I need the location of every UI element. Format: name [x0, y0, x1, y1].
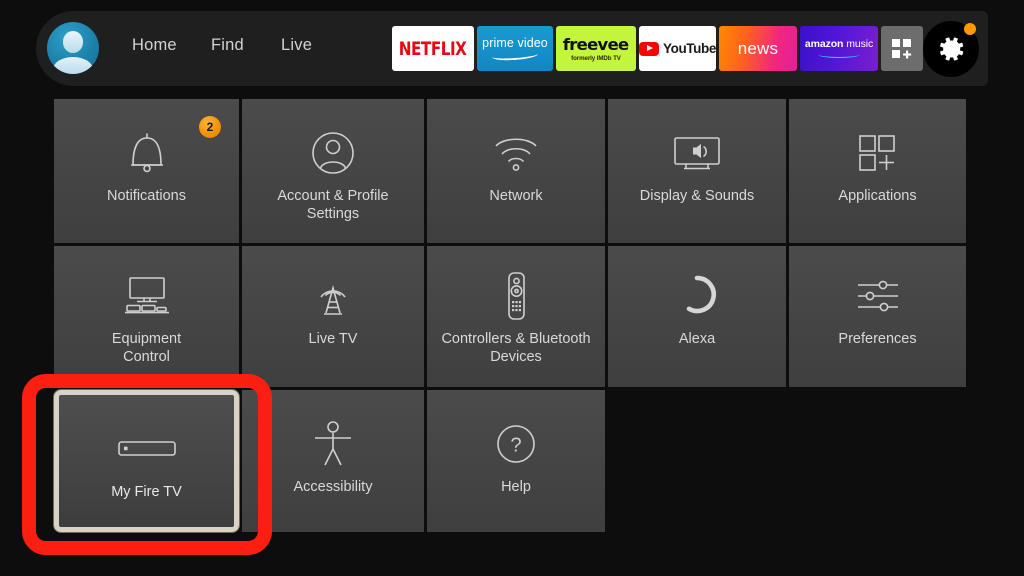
tile-label-line2: Control — [123, 349, 170, 365]
app-tile-prime-video[interactable]: prime video — [477, 26, 553, 71]
tile-label-network: Network — [489, 188, 543, 204]
news-wordmark: news — [737, 38, 779, 58]
app-tile-youtube[interactable]: YouTube — [639, 26, 716, 71]
bell-icon-wrap — [123, 125, 171, 181]
sliders-icon — [857, 280, 898, 312]
nav-item-find[interactable]: Find — [211, 36, 244, 55]
antenna-tower-icon — [320, 285, 346, 315]
tile-label-applications: Applications — [838, 188, 917, 204]
bell-icon — [130, 133, 163, 173]
tile-label-controllers-bluetooth-devices: Controllers & Bluetooth Devices — [432, 330, 599, 366]
tile-label-line1: Controllers & Bluetooth — [441, 331, 591, 347]
question-circle-icon: ? — [497, 425, 535, 463]
amazon-music-logo: amazon music — [805, 39, 873, 58]
settings-tile-my-fire-tv[interactable]: My Fire TV — [54, 390, 239, 532]
tile-label-display-sounds: Display & Sounds — [639, 188, 755, 204]
accessibility-person-icon — [315, 421, 351, 466]
tile-label-equipment-control: Equipment Control — [60, 330, 234, 366]
wifi-icon — [495, 138, 537, 171]
person-circle-icon-wrap — [307, 125, 359, 181]
tile-label-line2: Devices — [490, 349, 542, 365]
netflix-wordmark: NETFLIX — [399, 37, 467, 60]
fire-tv-stick-icon — [117, 441, 176, 456]
tile-label-line2: Settings — [306, 206, 360, 222]
app-squares-plus-icon — [892, 38, 912, 58]
prime-video-smile-icon — [491, 49, 539, 62]
settings-tile-equipment-control[interactable]: Equipment Control — [54, 246, 239, 387]
settings-tile-display-sounds[interactable]: Display & Sounds — [608, 99, 786, 243]
tile-label-preferences: Preferences — [838, 331, 917, 347]
settings-tile-preferences[interactable]: Preferences — [789, 246, 966, 387]
antenna-tower-icon-wrap — [308, 268, 358, 324]
app-squares-plus-icon-wrap — [855, 125, 901, 181]
avatar-head — [62, 30, 84, 53]
tile-label-live-tv: Live TV — [308, 331, 358, 347]
svg-text:?: ? — [510, 435, 521, 457]
prime-video-wordmark: prime video — [482, 36, 548, 51]
tile-label-my-fire-tv: My Fire TV — [111, 484, 182, 500]
settings-tile-applications[interactable]: Applications — [789, 99, 966, 243]
tile-label-notifications: Notifications — [107, 188, 186, 204]
tv-equipment-icon — [124, 277, 169, 314]
app-squares-plus-icon — [858, 135, 895, 171]
nav-item-home[interactable]: Home — [132, 36, 177, 55]
alexa-ring-icon-wrap — [674, 268, 720, 324]
tile-label-accessibility: Accessibility — [293, 479, 373, 495]
tile-label-line1: Account & Profile — [277, 188, 389, 204]
settings-tile-notifications[interactable]: 2 Notifications — [54, 99, 239, 243]
notifications-count-badge: 2 — [199, 116, 221, 138]
accessibility-person-icon-wrap — [311, 416, 355, 472]
gear-icon — [940, 37, 964, 61]
avatar-body — [53, 57, 93, 74]
user-profile-avatar[interactable] — [47, 22, 99, 74]
sliders-icon-wrap — [854, 268, 902, 324]
remote-control-icon-wrap — [499, 268, 533, 324]
settings-tile-live-tv[interactable]: Live TV — [242, 246, 424, 387]
tv-speaker-icon-wrap — [669, 125, 725, 181]
settings-tile-account-profile-settings[interactable]: Account & Profile Settings — [242, 99, 424, 243]
person-circle-icon — [312, 132, 354, 174]
remote-control-icon — [508, 272, 525, 320]
freevee-tagline: formerly IMDb TV — [571, 54, 621, 62]
freevee-logo: freevee formerly IMDb TV — [563, 34, 629, 62]
app-tile-freevee[interactable]: freevee formerly IMDb TV — [556, 26, 636, 71]
tile-label-help: Help — [501, 479, 531, 495]
settings-tile-help[interactable]: ? Help — [427, 390, 605, 532]
amazon-word: amazon — [804, 38, 844, 50]
wifi-icon-wrap — [490, 125, 542, 181]
amazon-music-wordmark: amazon music — [805, 39, 873, 50]
fire-tv-stick-icon-wrap — [117, 421, 177, 477]
tv-speaker-icon — [674, 137, 720, 170]
tile-label-alexa: Alexa — [678, 331, 716, 347]
alexa-ring-icon — [686, 275, 717, 314]
youtube-play-icon — [639, 41, 660, 56]
settings-gear-button[interactable] — [923, 21, 979, 77]
fire-tv-settings-screen: Home Find Live NETFLIX prime video freev… — [0, 0, 1024, 576]
freevee-wordmark: freevee — [563, 34, 629, 54]
app-tile-news[interactable]: news — [719, 26, 797, 71]
settings-tile-controllers-bluetooth-devices[interactable]: Controllers & Bluetooth Devices — [427, 246, 605, 387]
settings-update-badge — [964, 23, 976, 35]
prime-video-logo: prime video — [482, 36, 548, 62]
nav-item-live[interactable]: Live — [281, 36, 312, 55]
settings-tile-accessibility[interactable]: Accessibility — [242, 390, 424, 532]
settings-tile-alexa[interactable]: Alexa — [608, 246, 786, 387]
amazon-smile-icon — [818, 51, 860, 58]
app-tile-amazon-music[interactable]: amazon music — [800, 26, 878, 71]
question-circle-icon-wrap: ? — [493, 416, 539, 472]
app-tile-netflix[interactable]: NETFLIX — [392, 26, 474, 71]
settings-tile-network[interactable]: Network — [427, 99, 605, 243]
youtube-wordmark: YouTube — [663, 41, 716, 56]
tile-label-account-profile-settings: Account & Profile Settings — [247, 187, 418, 223]
tv-equipment-icon-wrap — [120, 268, 174, 324]
youtube-logo: YouTube — [639, 41, 716, 56]
app-library-button[interactable] — [881, 26, 923, 71]
music-word: music — [843, 38, 874, 50]
tile-label-line1: Equipment — [111, 331, 182, 347]
